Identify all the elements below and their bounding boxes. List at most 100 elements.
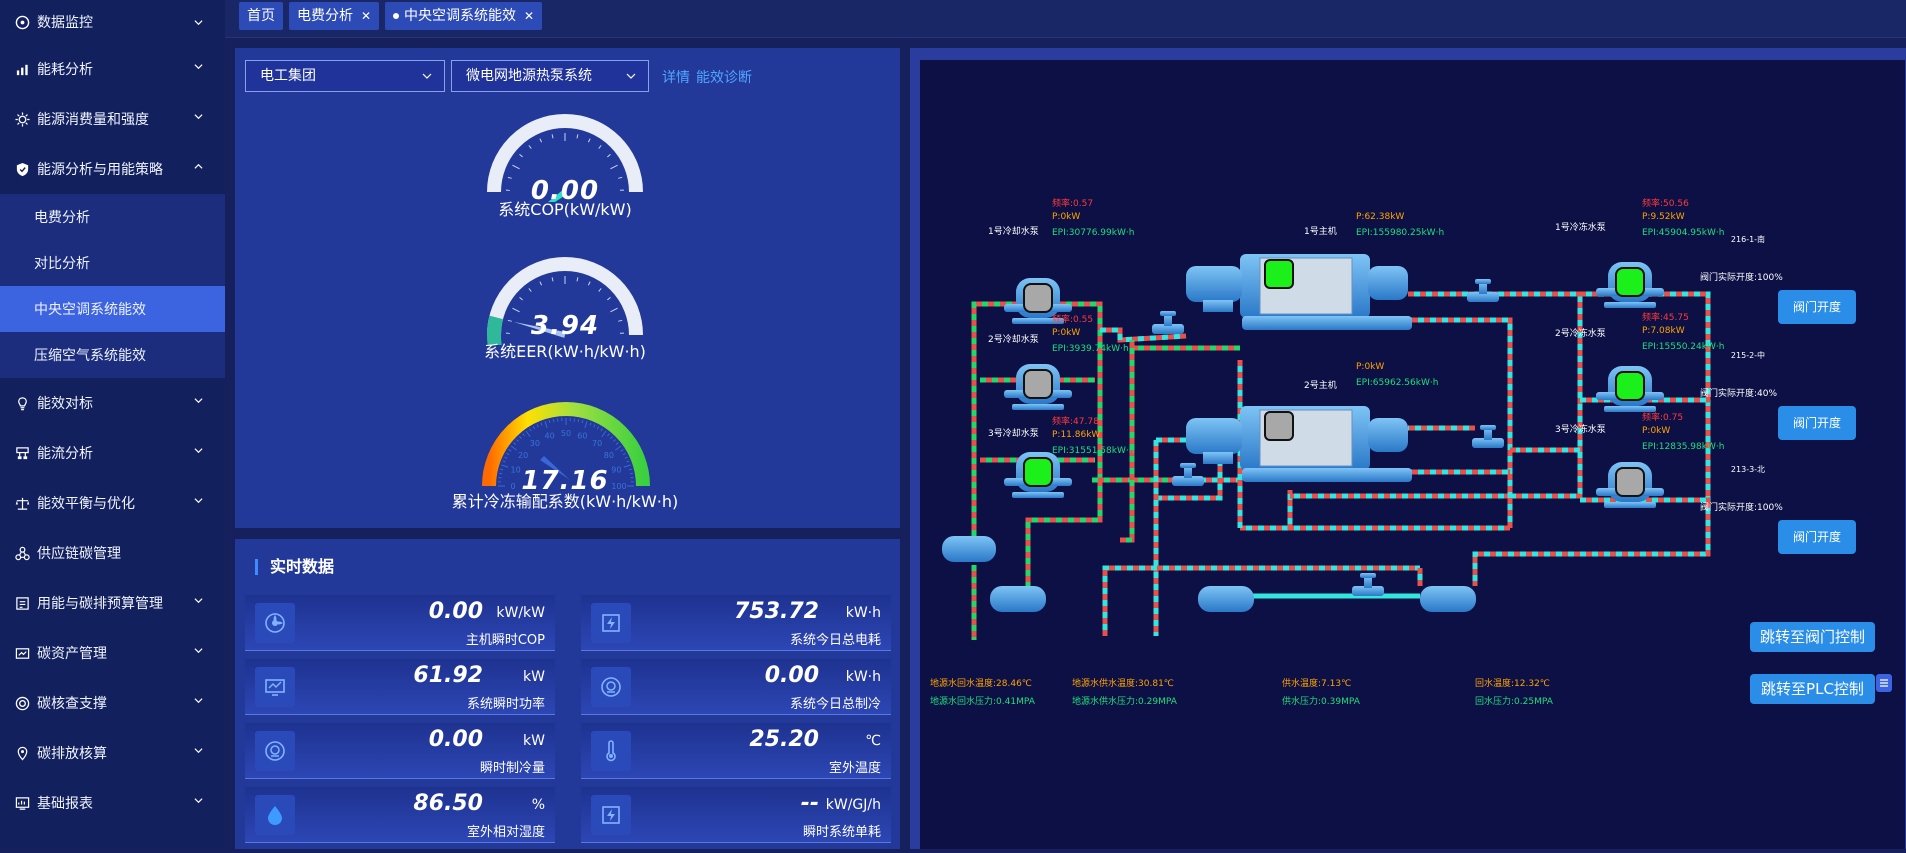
gauge-tick — [578, 419, 579, 422]
menu-carbon-accounting[interactable]: 碳排放核算 — [0, 728, 225, 778]
scada-diagram: 1号冷却水泵2号冷却水泵3号冷却水泵1号主机2号主机1号冷冻水泵2号冷冻水泵3号… — [920, 60, 1905, 849]
card-value: 0.00 — [765, 663, 819, 688]
freq-reading: 频率:45.75 — [1642, 310, 1689, 323]
temperature-reading: 地源水供水温度:30.81℃ — [1072, 676, 1174, 689]
freq-reading: 频率:50.56 — [1642, 196, 1689, 209]
network-icon — [14, 545, 30, 561]
gauge-tick — [523, 434, 525, 436]
jump-plc-control-button[interactable]: 跳转至PLC控制 — [1750, 674, 1875, 704]
sub-item-electric-fee[interactable]: 电费分析 — [0, 194, 225, 240]
sub-item-hvac-efficiency[interactable]: 中央空调系统能效 — [0, 286, 225, 332]
sub-item-compressed-air[interactable]: 压缩空气系统能效 — [0, 332, 225, 378]
active-dot-icon — [393, 13, 399, 19]
gauge-tick — [613, 439, 615, 441]
menu-label: 碳核查支撑 — [37, 693, 107, 713]
menu-budget[interactable]: 用能与碳排预算管理 — [0, 578, 225, 628]
pump-label: 2号冷冻水泵 — [1555, 326, 1606, 339]
tab-hvac-efficiency[interactable]: 中央空调系统能效✕ — [385, 2, 542, 30]
card-value: 61.92 — [413, 663, 483, 688]
system-select[interactable]: 微电网地源热泵系统 — [451, 60, 649, 92]
freq-reading: 频率:0.57 — [1052, 196, 1093, 209]
gauge-tick — [585, 421, 587, 428]
power-reading: P:0kW — [1052, 212, 1080, 222]
gauge-tick — [590, 423, 591, 426]
card-label: 系统今日总制冷 — [790, 693, 881, 712]
close-icon[interactable]: ✕ — [361, 9, 371, 23]
menu-benchmark[interactable]: 能效对标 — [0, 378, 225, 428]
settings-float-icon[interactable] — [1876, 674, 1892, 692]
gauge-tick — [623, 453, 626, 454]
gauge-tick — [621, 450, 624, 452]
chevron-down-icon — [194, 112, 203, 121]
menu-label: 能效平衡与优化 — [37, 493, 135, 513]
chevron-down-icon — [194, 18, 203, 27]
tab-home[interactable]: 首页 — [239, 2, 283, 30]
gauge-tick — [625, 457, 628, 458]
menu-balance[interactable]: 能效平衡与优化 — [0, 478, 225, 528]
menu-reports[interactable]: 基础报表 — [0, 778, 225, 828]
card-unit: kW/kW — [489, 605, 545, 621]
sub-item-compare[interactable]: 对比分析 — [0, 240, 225, 286]
menu-carbon-verify[interactable]: 碳核查支撑 — [0, 678, 225, 728]
gauge-tick — [533, 426, 534, 429]
menu-energy-strategy[interactable]: 能源分析与用能策略 — [0, 144, 225, 194]
gauge-tick — [552, 277, 553, 281]
power-meter-icon — [591, 603, 631, 643]
pipe-valve-4 — [1172, 463, 1204, 486]
pump-4[interactable] — [1596, 262, 1664, 308]
menu-energy-flow[interactable]: 能流分析 — [0, 428, 225, 478]
pump-2[interactable] — [1004, 364, 1072, 410]
chiller-1[interactable] — [1186, 254, 1412, 330]
temperature-reading: 地源水回水温度:28.46℃ — [930, 676, 1032, 689]
gauge-tick — [607, 434, 609, 436]
epi-reading: EPI:3939.74kW·h — [1052, 344, 1129, 354]
menu-carbon-assets[interactable]: 碳资产管理 — [0, 628, 225, 678]
diagnosis-link[interactable]: 能效诊断 — [696, 67, 752, 87]
menu-energy-consumption[interactable]: 能源消费量和强度 — [0, 94, 225, 144]
epi-reading: EPI:12835.98kW·h — [1642, 442, 1724, 452]
close-icon[interactable]: ✕ — [524, 9, 534, 23]
fan-icon — [255, 603, 295, 643]
detail-link[interactable]: 详情 — [662, 67, 690, 87]
balance-icon — [14, 495, 30, 511]
chevron-down-icon — [194, 446, 203, 455]
gauge-tick — [599, 288, 601, 291]
pipe-valve-5 — [1352, 573, 1384, 596]
gauge-tick — [526, 431, 530, 437]
jump-valve-control-button[interactable]: 跳转至阀门控制 — [1750, 622, 1875, 652]
chevron-down-icon — [194, 696, 203, 705]
valve-opening-button[interactable]: 阀门开度 — [1778, 520, 1856, 554]
gauge-tick — [553, 419, 554, 422]
card-value: 0.00 — [429, 599, 483, 624]
location-pin-icon — [14, 745, 30, 761]
tab-label: 首页 — [247, 8, 275, 24]
gauge-tick — [594, 424, 595, 427]
valve-opening-button[interactable]: 阀门开度 — [1778, 290, 1856, 324]
menu-supply-chain[interactable]: 供应链碳管理 — [0, 528, 225, 578]
gauge-tick — [607, 154, 610, 157]
sun-icon — [14, 111, 30, 127]
menu-label: 基础报表 — [37, 793, 93, 813]
gauge-tick — [516, 439, 518, 441]
eer-label: 系统EER(kW·h/kW·h) — [415, 338, 715, 362]
realtime-panel: 实时数据 0.00kW/kW主机瞬时COP753.72kW·h系统今日总电耗61… — [235, 539, 900, 849]
pump-5[interactable] — [1596, 366, 1664, 412]
card-unit: ℃ — [825, 733, 881, 749]
shield-icon — [14, 161, 30, 177]
chevron-down-icon — [422, 71, 432, 81]
chevron-down-icon — [194, 796, 203, 805]
card-value: 86.50 — [413, 791, 483, 816]
valve-opening-button[interactable]: 阀门开度 — [1778, 406, 1856, 440]
tab-electric-fee[interactable]: 电费分析✕ — [289, 2, 379, 30]
pipe-valve-2 — [1467, 279, 1499, 302]
card-unit: kW/GJ/h — [825, 797, 881, 813]
gauge-tick — [540, 139, 542, 143]
card-unit: % — [489, 797, 545, 813]
menu-data-monitor[interactable]: 数据监控 — [0, 0, 225, 44]
gauge-tick — [599, 145, 601, 148]
target-icon — [14, 695, 30, 711]
menu-label: 能耗分析 — [37, 59, 93, 79]
menu-energy-analysis[interactable]: 能耗分析 — [0, 44, 225, 94]
group-select[interactable]: 电工集团 — [245, 60, 445, 92]
gauge-tick — [530, 429, 532, 432]
